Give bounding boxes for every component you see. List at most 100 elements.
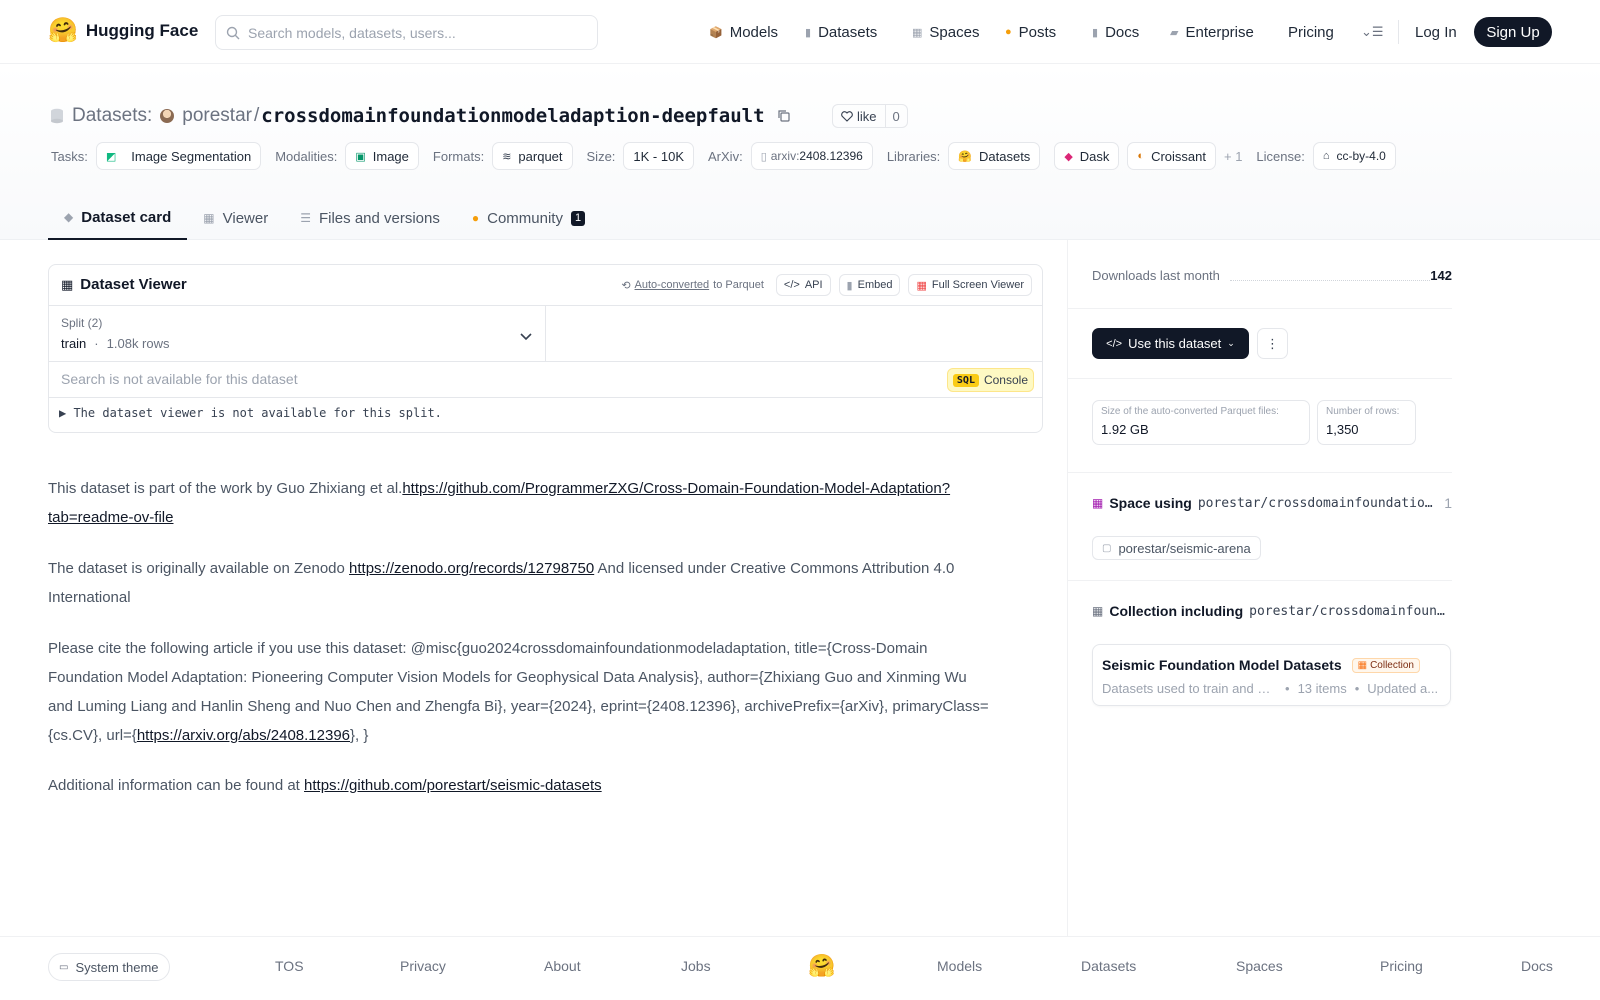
format-chip-label: parquet [518,148,563,164]
more-options-button[interactable]: ⋮ [1257,328,1288,359]
sidebar-divider [1068,378,1452,379]
hugging-face-logo-icon: 🤗 [48,17,78,44]
footer-link-spaces[interactable]: Spaces [1236,958,1283,974]
copy-icon[interactable] [777,109,791,123]
modality-chip[interactable]: ▣ Image [345,142,419,170]
downloads-label: Downloads last month [1092,268,1220,283]
tab-dataset-card[interactable]: ◆ Dataset card [48,196,188,240]
collection-heading-repo: porestar/crossdomainfoundationmodeladapt… [1249,603,1452,619]
split-label: Split (2) [61,316,103,330]
footer-link-jobs[interactable]: Jobs [681,958,711,974]
nav-enterprise[interactable]: ▰ Enterprise [1170,20,1254,44]
nav-datasets-label: Datasets [818,23,878,41]
space-heading-label: Space using [1109,495,1192,511]
tab-community[interactable]: ● Community 1 [456,196,601,240]
nav-pricing[interactable]: Pricing [1288,20,1334,44]
footer-link-tos[interactable]: TOS [275,958,304,974]
search-input[interactable] [248,24,568,41]
split-selector[interactable]: Split (2) train · 1.08k rows [49,306,546,362]
tab-community-label: Community [487,209,563,227]
nav-docs[interactable]: ▮ Docs [1092,20,1139,44]
section-label[interactable]: Datasets: [72,105,152,127]
spaces-using-heading: ▦ Space using porestar/crossdomainfounda… [1092,494,1452,512]
repo-tabs: ◆ Dataset card ▦ Viewer ☰ Files and version… [48,196,601,240]
signup-button[interactable]: Sign Up [1474,17,1552,47]
nav-enterprise-label: Enterprise [1185,23,1254,41]
login-link[interactable]: Log In [1415,20,1457,44]
space-chip-seismic-arena[interactable]: ▢ porestar/seismic-arena [1092,536,1261,560]
repo-tags-row: Tasks: ◩ Image Segmentation Modalities: ▣… [51,142,1410,170]
nav-datasets[interactable]: ▮ Datasets [805,20,877,44]
split-dot: · [94,336,99,351]
community-icon: ● [471,211,480,225]
use-this-dataset-button[interactable]: </> Use this dataset ⌄ [1092,328,1249,359]
page-footer: ▭ System theme TOS Privacy About Jobs 🤗 M… [0,936,1600,1000]
viewer-header: ▦ Dataset Viewer ⟲ Auto-converted to Parque… [49,265,1042,306]
nav-posts[interactable]: ● Posts [1005,20,1056,44]
footer-link-privacy[interactable]: Privacy [400,958,446,974]
tab-viewer[interactable]: ▦ Viewer [187,196,284,240]
arxiv-chip[interactable]: ▯ arxiv: 2408.12396 [750,142,873,170]
footer-link-models[interactable]: Models [937,958,982,974]
sql-console-button[interactable]: SQL Console [946,368,1034,392]
owner-link[interactable]: porestar [182,105,252,127]
format-chip[interactable]: ≋ parquet [492,142,573,170]
footer-hugging-face-logo-icon[interactable]: 🤗 [808,953,835,979]
nav-models[interactable]: 📦 Models [709,20,778,44]
nav-pricing-label: Pricing [1288,23,1334,41]
sidebar-divider [1068,580,1452,581]
viewer-search-row: Search is not available for this dataset… [49,362,1042,398]
downloads-row: Downloads last month 142 [1092,268,1452,286]
dataset-icon [51,108,63,124]
size-chip[interactable]: 1K - 10K [623,142,695,170]
card-paragraph-4: Additional information can be found at h… [48,771,993,800]
search-icon [226,26,240,39]
collection-meta: Datasets used to train and evaluate • 13… [1102,681,1438,696]
more-libraries-link[interactable]: + 1 [1224,149,1242,164]
api-button[interactable]: </> API [775,274,831,296]
collection-heading: ▦ Collection including porestar/crossdom… [1092,602,1452,620]
community-count-badge: 1 [570,210,586,226]
viewer-empty-cell [546,306,1042,362]
footer-link-docs[interactable]: Docs [1521,958,1553,974]
nav-spaces[interactable]: ▦ Spaces [912,20,979,44]
embed-button[interactable]: ▮ Embed [838,274,901,296]
libraries-label: Libraries: [886,148,941,164]
hf-logo-link[interactable]: 🤗 Hugging Face [48,18,198,44]
space-icon: ▢ [1102,542,1112,554]
modality-chip-label: Image [372,148,409,164]
collection-icon: ▦ [1092,604,1104,618]
viewer-title: ▦ Dataset Viewer [61,276,187,293]
footer-link-datasets[interactable]: Datasets [1081,958,1136,974]
chevron-down-icon [520,333,532,341]
library-chip-croissant[interactable]: ◐ Croissant [1127,142,1216,170]
seismic-datasets-link[interactable]: https://github.com/porestart/seismic-dat… [304,777,602,794]
full-screen-viewer-button[interactable]: ▦ Full Screen Viewer [908,274,1032,296]
library-chip-datasets[interactable]: 🤗 Datasets [948,142,1041,170]
repo-name-link[interactable]: crossdomainfoundationmodeladaption-deepf… [261,105,764,127]
auto-converted-link[interactable]: Auto-converted [635,279,710,291]
use-dataset-label: Use this dataset [1128,336,1222,351]
collection-updated: Updated a... [1367,681,1439,696]
tab-files-and-versions[interactable]: ☰ Files and versions [284,196,456,240]
brand-name: Hugging Face [85,21,199,40]
size-chip-label: 1K - 10K [633,148,685,164]
downloads-dots [1230,280,1430,281]
monitor-icon: ▭ [59,961,69,973]
task-chip[interactable]: ◩ Image Segmentation [95,142,262,170]
library-chip-dask[interactable]: ◆ Dask [1054,142,1120,170]
theme-toggle-button[interactable]: ▭ System theme [48,953,170,981]
license-chip[interactable]: ⌂ cc-by-4.0 [1312,142,1396,170]
like-button[interactable]: like 0 [832,104,908,128]
like-count[interactable]: 0 [886,109,907,124]
arxiv-link[interactable]: https://arxiv.org/abs/2408.12396 [137,727,350,744]
global-search[interactable] [215,15,598,50]
viewer-unavailable-details[interactable]: ▶ The dataset viewer is not available fo… [59,406,442,420]
card-paragraph-2: The dataset is originally available on Z… [48,554,993,612]
collection-card[interactable]: Seismic Foundation Model Datasets ▦ Collec… [1092,644,1451,706]
zenodo-link[interactable]: https://zenodo.org/records/12798750 [349,560,594,577]
footer-link-about[interactable]: About [544,958,581,974]
arxiv-label: ArXiv: [708,148,743,164]
footer-link-pricing[interactable]: Pricing [1380,958,1423,974]
more-menu-icon[interactable]: ⌄☰ [1361,20,1384,44]
